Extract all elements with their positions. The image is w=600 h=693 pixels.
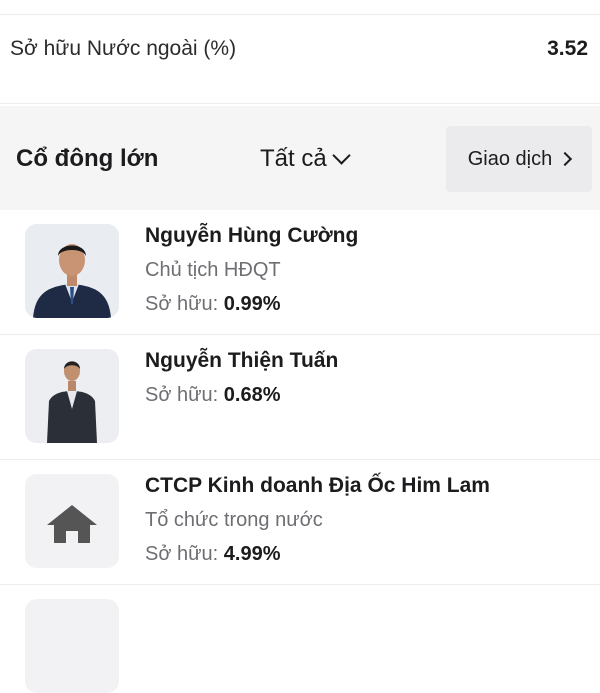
shareholder-row-partial[interactable] — [0, 585, 600, 693]
shareholder-ownership: Sở hữu: 0.68% — [145, 384, 280, 407]
shareholder-name: Nguyễn Hùng Cường — [145, 224, 359, 247]
ownership-prefix: Sở hữu: — [145, 293, 219, 315]
section-title: Cổ đông lớn — [16, 145, 159, 172]
avatar — [25, 474, 119, 568]
person-photo-icon — [25, 349, 119, 443]
ownership-value: 0.99% — [223, 293, 281, 315]
transactions-label: Giao dịch — [467, 147, 553, 170]
shareholder-row[interactable]: Nguyễn Hùng Cường Chủ tịch HĐQT Sở hữu: … — [0, 210, 600, 335]
avatar — [25, 224, 119, 318]
shareholder-ownership: Sở hữu: 0.99% — [145, 293, 280, 316]
avatar — [25, 599, 119, 693]
chevron-right-icon — [558, 151, 573, 167]
major-shareholders-header: Cổ đông lớn Tất cả Giao dịch — [0, 106, 600, 210]
shareholder-row[interactable]: Nguyễn Thiện Tuấn Sở hữu: 0.68% — [0, 335, 600, 460]
shareholder-row[interactable]: CTCP Kinh doanh Địa Ốc Him Lam Tổ chức t… — [0, 460, 600, 585]
chevron-down-icon — [332, 145, 351, 165]
shareholder-name: CTCP Kinh doanh Địa Ốc Him Lam — [145, 474, 490, 497]
shareholder-role: Tổ chức trong nước — [145, 509, 323, 531]
shareholder-role: Chủ tịch HĐQT — [145, 259, 281, 281]
foreign-ownership-label: Sở hữu Nước ngoài (%) — [10, 37, 237, 60]
filter-dropdown[interactable]: Tất cả — [260, 145, 351, 173]
foreign-ownership-row: Sở hữu Nước ngoài (%) 3.52 — [0, 14, 600, 104]
ownership-value: 0.68% — [223, 384, 281, 406]
shareholder-list: Nguyễn Hùng Cường Chủ tịch HĐQT Sở hữu: … — [0, 210, 600, 693]
filter-label: Tất cả — [260, 145, 327, 172]
shareholder-name: Nguyễn Thiện Tuấn — [145, 349, 339, 372]
shareholder-ownership: Sở hữu: 4.99% — [145, 543, 280, 566]
person-photo-icon — [25, 224, 119, 318]
ownership-prefix: Sở hữu: — [145, 384, 219, 406]
ownership-prefix: Sở hữu: — [145, 543, 219, 565]
foreign-ownership-value: 3.52 — [547, 37, 588, 60]
transactions-button[interactable]: Giao dịch — [446, 126, 592, 192]
home-icon — [25, 474, 119, 568]
avatar — [25, 349, 119, 443]
ownership-value: 4.99% — [223, 543, 281, 565]
